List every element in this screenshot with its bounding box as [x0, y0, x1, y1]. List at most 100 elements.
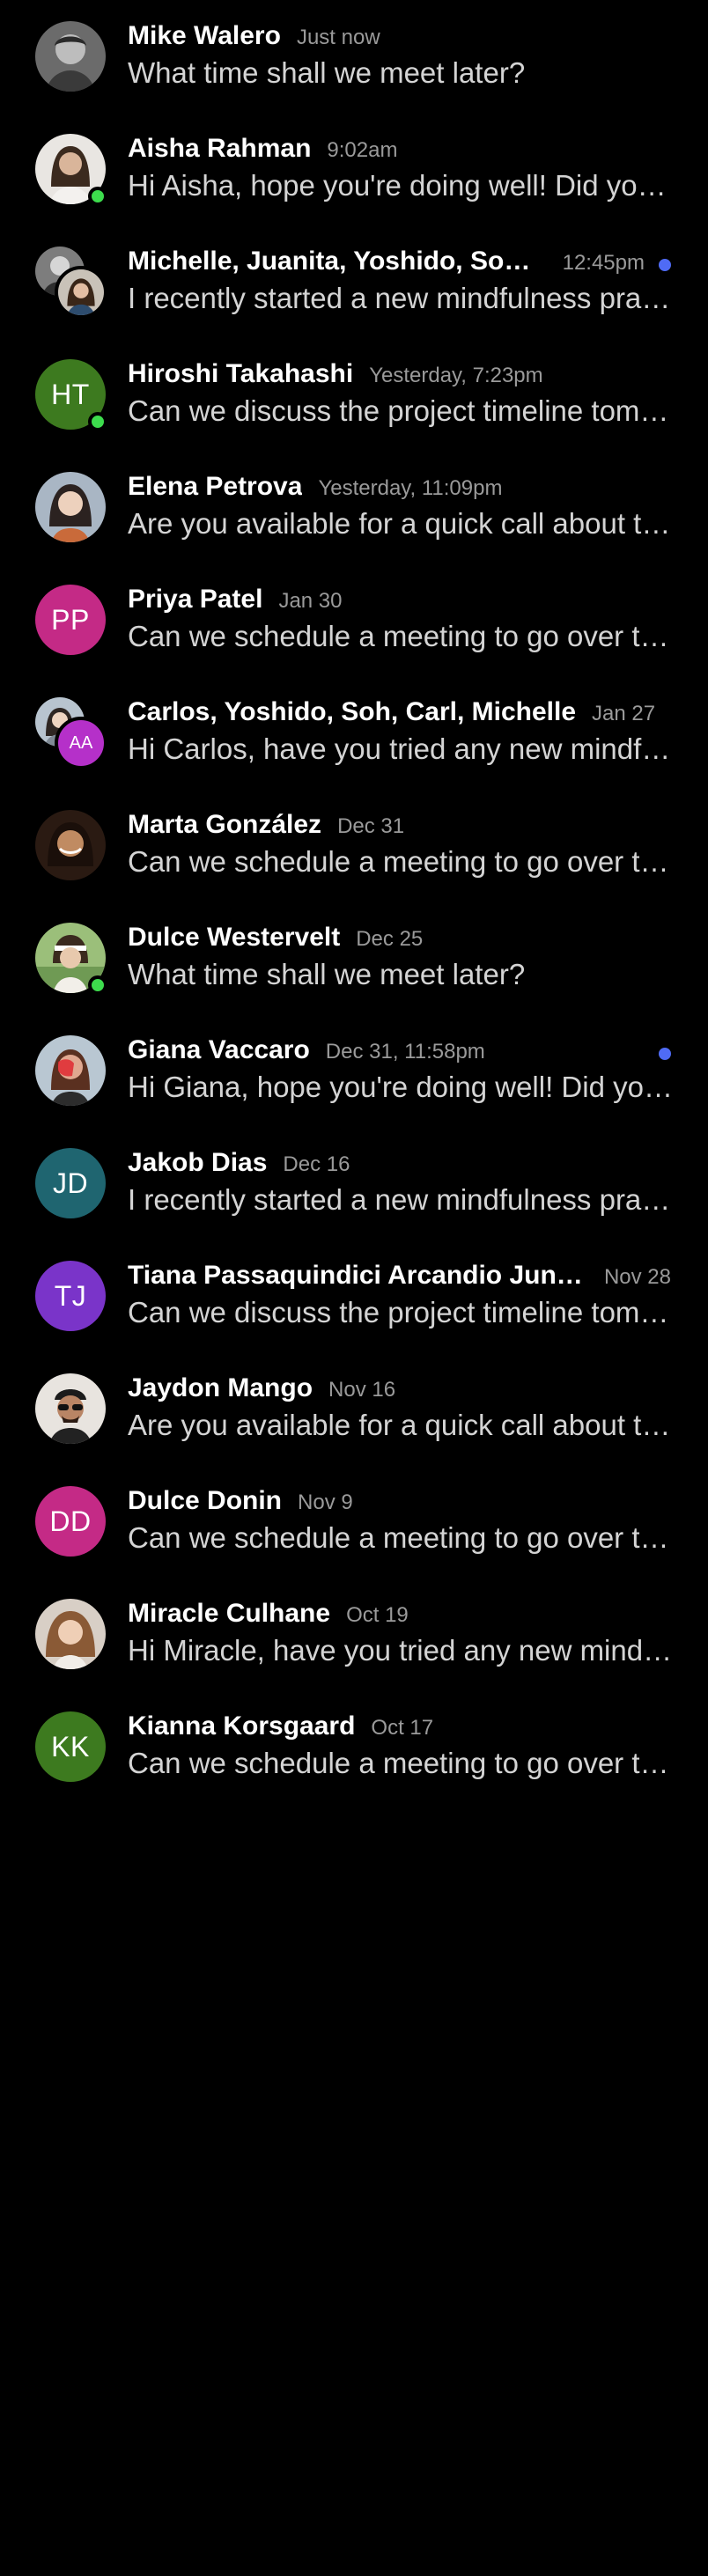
conversation-timestamp: Jan 27 — [592, 702, 656, 725]
conversation-name: Michelle, Juanita, Yoshido, Soh, Carl — [128, 247, 547, 276]
avatar — [35, 810, 106, 880]
message-preview: Can we schedule a meeting to go over the… — [128, 1747, 675, 1779]
online-status-icon — [88, 187, 107, 206]
conversation-header: Elena Petrova Yesterday, 11:09pm — [128, 472, 671, 505]
conversation-header: Carlos, Yoshido, Soh, Carl, Michelle Jan … — [128, 697, 671, 731]
group-avatar-initials: AA — [55, 717, 107, 769]
conversation-row[interactable]: JD Jakob Dias Dec 16 I recently started a n… — [0, 1127, 708, 1240]
conversation-row[interactable]: AA Carlos, Yoshido, Soh, Carl, Michelle Ja… — [0, 676, 708, 789]
unread-dot-icon — [659, 259, 671, 271]
conversation-timestamp: 12:45pm — [562, 251, 645, 275]
conversation-header: Mike Walero Just now — [128, 21, 671, 55]
conversation-name: Aisha Rahman — [128, 134, 312, 163]
conversation-name: Jakob Dias — [128, 1148, 268, 1177]
conversation-timestamp: Nov 9 — [298, 1490, 353, 1514]
avatar — [35, 1373, 106, 1444]
message-preview: Are you available for a quick call about… — [128, 507, 675, 540]
conversation-row[interactable]: TJ Tiana Passaquindici Arcandio Junior Nov… — [0, 1240, 708, 1352]
conversation-timestamp: Dec 31, 11:58pm — [325, 1040, 485, 1064]
avatar — [35, 923, 107, 995]
conversation-name: Kianna Korsgaard — [128, 1711, 356, 1741]
conversation-row[interactable]: Marta González Dec 31 Can we schedule a me… — [0, 789, 708, 902]
message-preview: What time shall we meet later? — [128, 958, 526, 990]
conversation-header: Dulce Westervelt Dec 25 — [128, 923, 671, 956]
avatar-photo — [35, 21, 106, 92]
conversation-timestamp: Nov 28 — [603, 1265, 671, 1289]
conversation-row[interactable]: Dulce Westervelt Dec 25 What time shall we… — [0, 902, 708, 1014]
conversation-row[interactable]: Elena Petrova Yesterday, 11:09pm Are you a… — [0, 451, 708, 563]
message-preview: Hi Giana, hope you're doing well! Did yo… — [128, 1071, 675, 1103]
conversation-timestamp: Just now — [296, 26, 380, 49]
conversation-row[interactable]: Aisha Rahman 9:02am Hi Aisha, hope you're … — [0, 113, 708, 225]
conversation-header: Aisha Rahman 9:02am — [128, 134, 671, 167]
conversation-header: Marta González Dec 31 — [128, 810, 671, 843]
group-avatar-photo — [55, 266, 107, 319]
conversation-name: Mike Walero — [128, 21, 281, 50]
message-preview: I recently started a new mindfulness pra… — [128, 282, 675, 314]
avatar-initials: PP — [35, 585, 106, 655]
conversation-name: Dulce Donin — [128, 1486, 283, 1515]
message-preview: Can we discuss the project timeline tomo… — [128, 394, 675, 427]
conversation-header: Dulce Donin Nov 9 — [128, 1486, 671, 1520]
conversation-row[interactable]: Mike Walero Just now What time shall we me… — [0, 0, 708, 113]
avatar-initials: JD — [35, 1148, 106, 1218]
conversation-name: Hiroshi Takahashi — [128, 359, 354, 388]
conversation-row[interactable]: PP Priya Patel Jan 30 Can we schedule a mee… — [0, 563, 708, 676]
conversation-name: Jaydon Mango — [128, 1373, 313, 1402]
conversation-row[interactable]: Jaydon Mango Nov 16 Are you available for … — [0, 1352, 708, 1465]
avatar-initials: TJ — [35, 1261, 106, 1331]
conversation-name: Elena Petrova — [128, 472, 303, 501]
conversation-name: Tiana Passaquindici Arcandio Junior — [128, 1261, 588, 1290]
conversation-header: Priya Patel Jan 30 — [128, 585, 671, 618]
conversation-timestamp: Dec 31 — [337, 814, 405, 838]
message-preview: I recently started a new mindfulness pra… — [128, 1183, 675, 1216]
message-preview: Hi Carlos, have you tried any new mindfu… — [128, 732, 675, 765]
conversation-row[interactable]: Giana Vaccaro Dec 31, 11:58pm Hi Giana, ho… — [0, 1014, 708, 1127]
conversation-timestamp: Jan 30 — [278, 589, 343, 613]
avatar — [35, 1035, 106, 1106]
conversation-name: Dulce Westervelt — [128, 923, 341, 952]
conversation-timestamp: Oct 19 — [346, 1603, 409, 1627]
avatar: DD — [35, 1486, 106, 1557]
avatar-initials: KK — [35, 1711, 106, 1782]
conversation-timestamp: Yesterday, 11:09pm — [318, 476, 503, 500]
conversation-list: Mike Walero Just now What time shall we me… — [0, 0, 708, 1803]
message-preview: Are you available for a quick call about… — [128, 1409, 675, 1441]
conversation-name: Miracle Culhane — [128, 1599, 331, 1628]
avatar-initials: DD — [35, 1486, 106, 1557]
unread-dot-icon — [659, 1048, 671, 1060]
conversation-row[interactable]: KK Kianna Korsgaard Oct 17 Can we schedule … — [0, 1690, 708, 1803]
avatar — [35, 134, 107, 206]
avatar: KK — [35, 1711, 106, 1782]
avatar-photo — [35, 1599, 106, 1669]
message-preview: Hi Aisha, hope you're doing well! Did yo… — [128, 169, 675, 202]
conversation-row[interactable]: DD Dulce Donin Nov 9 Can we schedule a meet… — [0, 1465, 708, 1578]
conversation-timestamp: Dec 25 — [356, 927, 424, 951]
conversation-row[interactable]: Michelle, Juanita, Yoshido, Soh, Carl 12:… — [0, 225, 708, 338]
conversation-header: Jaydon Mango Nov 16 — [128, 1373, 671, 1407]
conversation-header: Miracle Culhane Oct 19 — [128, 1599, 671, 1632]
conversation-timestamp: Dec 16 — [283, 1152, 350, 1176]
online-status-icon — [88, 412, 107, 431]
conversation-timestamp: Yesterday, 7:23pm — [369, 364, 543, 387]
avatar — [35, 21, 106, 92]
message-preview: Can we schedule a meeting to go over the… — [128, 620, 675, 652]
avatar-photo — [35, 472, 106, 542]
message-preview: Hi Miracle, have you tried any new mindf… — [128, 1634, 675, 1667]
avatar-photo — [35, 810, 106, 880]
conversation-row[interactable]: HT Hiroshi Takahashi Yesterday, 7:23pm Can … — [0, 338, 708, 451]
avatar-photo — [35, 1035, 106, 1106]
conversation-name: Marta González — [128, 810, 322, 839]
conversation-header: Tiana Passaquindici Arcandio Junior Nov 2… — [128, 1261, 671, 1294]
avatar — [35, 472, 106, 542]
avatar: JD — [35, 1148, 106, 1218]
avatar: HT — [35, 359, 107, 431]
conversation-timestamp: Oct 17 — [371, 1716, 434, 1740]
conversation-header: Giana Vaccaro Dec 31, 11:58pm — [128, 1035, 645, 1069]
conversation-timestamp: 9:02am — [327, 138, 398, 162]
conversation-row[interactable]: Miracle Culhane Oct 19 Hi Miracle, have yo… — [0, 1578, 708, 1690]
conversation-header: Michelle, Juanita, Yoshido, Soh, Carl 12:… — [128, 247, 645, 280]
conversation-header: Kianna Korsgaard Oct 17 — [128, 1711, 671, 1745]
conversation-name: Giana Vaccaro — [128, 1035, 310, 1064]
avatar — [35, 1599, 106, 1669]
